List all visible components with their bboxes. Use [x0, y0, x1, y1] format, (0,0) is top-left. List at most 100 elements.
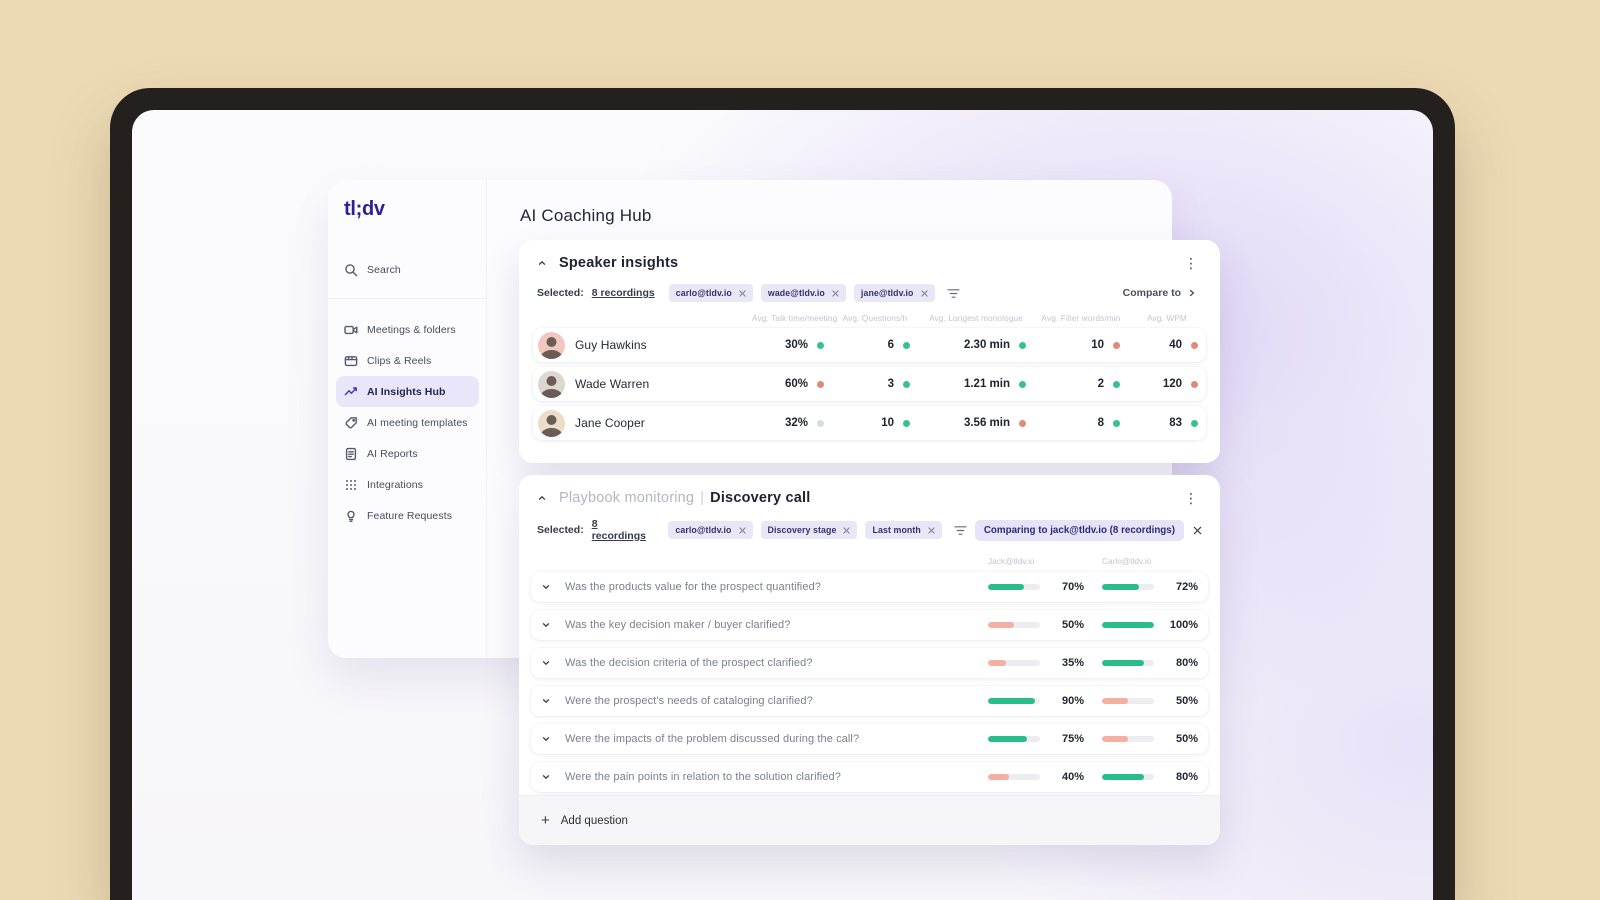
- speaker-name: Wade Warren: [575, 377, 650, 391]
- sidebar-item-clips-reels[interactable]: Clips & Reels: [336, 345, 479, 376]
- question-row[interactable]: Was the products value for the prospect …: [531, 572, 1208, 602]
- close-icon[interactable]: [739, 289, 746, 297]
- chevron-down-icon[interactable]: [541, 620, 551, 630]
- close-icon[interactable]: [843, 526, 851, 534]
- report-document-icon: [345, 447, 357, 460]
- filter-icon[interactable]: [946, 288, 960, 299]
- grid-dots-icon: [346, 479, 356, 490]
- add-question-button[interactable]: + Add question: [519, 795, 1220, 845]
- column-label-carlo: Carlo@tldv.io: [1102, 556, 1152, 566]
- collapse-caret-icon[interactable]: [537, 258, 547, 268]
- search-icon: [345, 264, 358, 277]
- question-text: Was the products value for the prospect …: [565, 581, 822, 593]
- cell-value: 83: [1169, 417, 1182, 429]
- close-icon[interactable]: [928, 526, 935, 534]
- column-label: Avg. Longest monologue: [929, 313, 1023, 323]
- chevron-down-icon[interactable]: [541, 582, 551, 592]
- insights-trend-icon: [344, 386, 357, 395]
- comparing-badge-text: Comparing to jack@tldv.io (8 recordings): [974, 519, 1184, 541]
- sidebar-item-ai-meeting-templates[interactable]: AI meeting templates: [336, 407, 479, 438]
- progress-bar-jack: [988, 736, 1040, 742]
- cell-value: 2: [1097, 378, 1104, 390]
- sidebar-item-integrations[interactable]: Integrations: [336, 469, 479, 500]
- question-text: Was the decision criteria of the prospec…: [565, 657, 813, 669]
- close-icon[interactable]: [738, 526, 746, 534]
- question-text: Were the prospect's needs of cataloging …: [565, 695, 813, 707]
- table-row-guy-hawkins[interactable]: Guy Hawkins 30% 6 2.30 min 10 40: [533, 328, 1206, 362]
- filter-chip-discovery-stage[interactable]: Discovery stage: [760, 521, 858, 539]
- filter-chip-jane[interactable]: jane@tldv.io: [853, 284, 935, 302]
- search-button[interactable]: Search: [336, 256, 479, 284]
- cell-value: 1.21 min: [963, 378, 1010, 390]
- percent-carlo: 72%: [1175, 581, 1198, 593]
- close-icon[interactable]: [1193, 526, 1202, 535]
- close-icon[interactable]: [832, 289, 839, 297]
- selected-recordings-link[interactable]: 8 recordings: [592, 518, 655, 542]
- column-label: Avg. Questions/h: [842, 313, 908, 323]
- sidebar-item-meetings-folders[interactable]: Meetings & folders: [336, 314, 479, 345]
- progress-bar-jack: [988, 622, 1040, 628]
- sidebar-item-feature-requests[interactable]: Feature Requests: [336, 500, 479, 531]
- collapse-caret-icon[interactable]: [537, 493, 547, 503]
- sidebar: tl;dv Search Meetings & folders Clips & …: [328, 180, 487, 658]
- column-label: Avg. Filler words/min: [1041, 313, 1121, 323]
- sidebar-item-label: AI meeting templates: [367, 416, 468, 429]
- sidebar-divider: [328, 298, 486, 299]
- add-question-label: Add question: [560, 814, 628, 827]
- comparing-badge: Comparing to jack@tldv.io (8 recordings): [974, 519, 1202, 541]
- question-row[interactable]: Were the impacts of the problem discusse…: [531, 724, 1208, 754]
- playbook-question-list: Was the products value for the prospect …: [531, 572, 1208, 792]
- table-row-jane-cooper[interactable]: Jane Cooper 32% 10 3.56 min 8 83: [533, 406, 1206, 440]
- status-dot: [816, 380, 824, 388]
- tldv-logo: tl;dv: [344, 198, 385, 220]
- kebab-menu-icon[interactable]: ⋮: [1180, 491, 1202, 505]
- speaker-table-header: Avg. Talk time/meeting Avg. Questions/h …: [533, 313, 1206, 323]
- close-icon[interactable]: [920, 289, 928, 297]
- cell-value: 10: [881, 417, 894, 429]
- filter-chip-carlo[interactable]: carlo@tldv.io: [668, 284, 753, 302]
- cell-value: 60%: [784, 378, 808, 390]
- sidebar-item-label: Feature Requests: [367, 509, 453, 522]
- filter-icon[interactable]: [954, 525, 967, 536]
- plus-icon: +: [541, 812, 550, 829]
- sidebar-item-label: Meetings & folders: [367, 323, 456, 336]
- selected-recordings-link[interactable]: 8 recordings: [592, 287, 655, 299]
- progress-bar-carlo: [1102, 774, 1154, 780]
- cell-value: 3.56 min: [963, 417, 1010, 429]
- question-text: Were the pain points in relation to the …: [565, 771, 841, 783]
- filter-chip-last-month[interactable]: Last month: [865, 521, 942, 539]
- progress-bar-carlo: [1102, 698, 1154, 704]
- sidebar-item-label: Clips & Reels: [367, 354, 432, 367]
- playbook-title-muted: Playbook monitoring: [559, 490, 695, 506]
- cell-value: 30%: [784, 339, 808, 351]
- question-row[interactable]: Were the prospect's needs of cataloging …: [531, 686, 1208, 716]
- lightbulb-icon: [347, 510, 355, 522]
- question-row[interactable]: Were the pain points in relation to the …: [531, 762, 1208, 792]
- sidebar-item-ai-insights-hub[interactable]: AI Insights Hub: [336, 376, 479, 407]
- chevron-down-icon[interactable]: [541, 658, 551, 668]
- cell-value: 40: [1169, 339, 1182, 351]
- compare-to-button[interactable]: Compare to: [1117, 283, 1202, 303]
- question-row[interactable]: Was the key decision maker / buyer clari…: [531, 610, 1208, 640]
- cell-value: 6: [887, 339, 894, 351]
- speaker-insights-title: Speaker insights: [559, 255, 679, 271]
- chevron-down-icon[interactable]: [541, 696, 551, 706]
- percent-carlo: 50%: [1175, 695, 1198, 707]
- sidebar-item-ai-reports[interactable]: AI Reports: [336, 438, 479, 469]
- speaker-table-body: Guy Hawkins 30% 6 2.30 min 10 40 Wade Wa…: [533, 328, 1206, 440]
- progress-bar-jack: [988, 774, 1040, 780]
- progress-bar-carlo: [1102, 584, 1154, 590]
- kebab-menu-icon[interactable]: ⋮: [1180, 256, 1202, 270]
- desktop-background: tl;dv Search Meetings & folders Clips & …: [0, 0, 1600, 900]
- chevron-down-icon[interactable]: [541, 734, 551, 744]
- chevron-down-icon[interactable]: [541, 772, 551, 782]
- sidebar-item-label: Integrations: [367, 478, 424, 491]
- sidebar-item-label: AI Insights Hub: [367, 385, 446, 398]
- progress-bar-carlo: [1102, 736, 1154, 742]
- table-row-wade-warren[interactable]: Wade Warren 60% 3 1.21 min 2 120: [533, 367, 1206, 401]
- filter-chip-wade[interactable]: wade@tldv.io: [760, 284, 846, 302]
- question-row[interactable]: Was the decision criteria of the prospec…: [531, 648, 1208, 678]
- question-text: Were the impacts of the problem discusse…: [565, 733, 860, 745]
- status-dot: [902, 380, 910, 388]
- filter-chip-carlo[interactable]: carlo@tldv.io: [668, 521, 753, 539]
